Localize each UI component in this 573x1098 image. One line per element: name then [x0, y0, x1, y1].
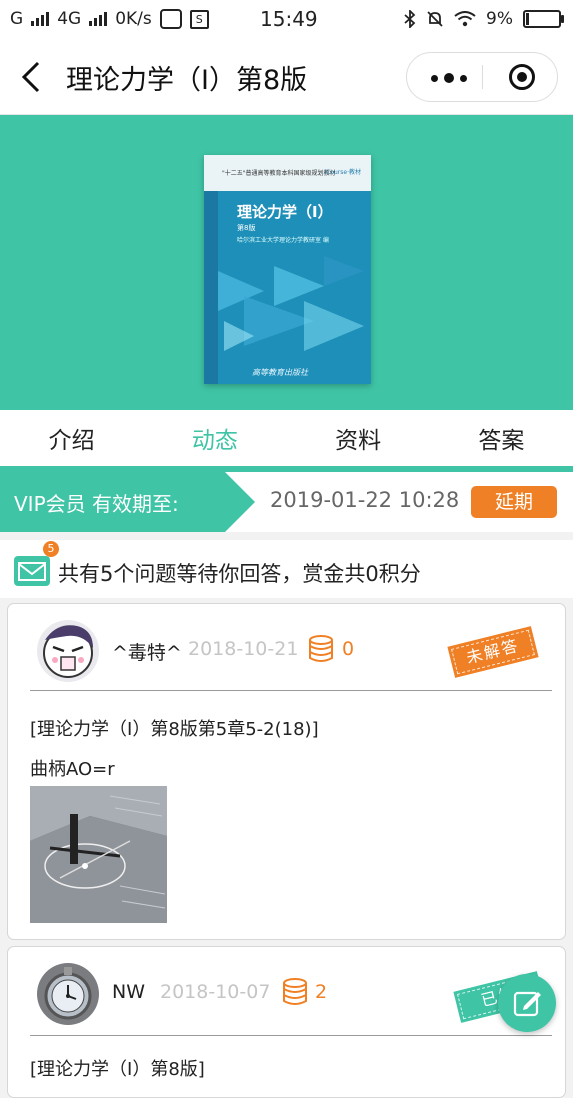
renew-button[interactable]: 延期 — [471, 486, 557, 518]
post-question-title: [理论力学（Ⅰ）第8版第5章5-2(18)] — [30, 719, 319, 740]
alipay-notification-icon: S — [189, 9, 209, 29]
close-miniprogram-icon[interactable] — [509, 64, 535, 90]
status-badge: 未解答 — [447, 626, 539, 678]
post-card[interactable]: NW 2018-10-07 2 已解 [理论力学（Ⅰ）第8版] — [7, 946, 566, 1098]
signal-icon-2 — [89, 12, 108, 26]
compose-button[interactable] — [498, 974, 556, 1032]
battery-percent: 9% — [486, 9, 513, 29]
more-options-icon[interactable] — [431, 73, 467, 83]
vip-expiry-date: 2019-01-22 10:28 — [270, 488, 460, 512]
miniprogram-capsule — [406, 52, 558, 102]
post-photo[interactable] — [30, 786, 167, 923]
app-notification-icon — [159, 9, 182, 29]
capsule-divider — [482, 65, 483, 89]
back-arrow-icon[interactable] — [18, 60, 48, 94]
page-title: 理论力学（Ⅰ）第8版 — [66, 65, 308, 96]
bluetooth-icon — [404, 10, 416, 28]
cover-title: 理论力学（Ⅰ） — [237, 203, 333, 221]
status-time: 15:49 — [260, 7, 318, 31]
cover-series-text: "十二五"普通高等教育本科国家级规划教材 — [222, 170, 336, 177]
tab-bar: 介绍 动态 资料 答案 — [0, 410, 573, 472]
card-divider — [30, 1035, 552, 1036]
book-cover-image: "十二五"普通高等教育本科国家级规划教材 iCourse·教材 理论力学（Ⅰ） … — [204, 155, 371, 384]
tab-activity[interactable]: 动态 — [143, 410, 286, 472]
post-question-title: [理论力学（Ⅰ）第8版] — [30, 1059, 205, 1080]
mail-icon — [14, 556, 50, 586]
status-bar: G 4G 0K/s S 15:49 9% — [0, 0, 573, 40]
post-username: NW — [112, 981, 145, 1003]
avatar[interactable] — [37, 620, 99, 682]
post-card[interactable]: ^毒特^ 2018-10-21 0 未解答 [理论力学（Ⅰ）第8版第5章5-2(… — [7, 603, 566, 940]
coins-icon — [309, 635, 333, 662]
mute-bell-icon — [427, 11, 443, 27]
network-speed: 0K/s — [115, 9, 152, 29]
post-username: ^毒特^ — [112, 642, 182, 664]
post-points: 0 — [342, 638, 355, 660]
status-left: G 4G 0K/s S — [10, 9, 209, 29]
cover-logo-text: iCourse·教材 — [324, 169, 361, 176]
book-banner: "十二五"普通高等教育本科国家级规划教材 iCourse·教材 理论力学（Ⅰ） … — [0, 115, 573, 410]
battery-icon — [523, 10, 564, 28]
post-question-body: 曲柄AO=r — [30, 759, 115, 780]
post-points: 2 — [315, 981, 328, 1003]
post-date: 2018-10-07 — [160, 981, 271, 1003]
wifi-icon — [454, 11, 476, 27]
tab-intro[interactable]: 介绍 — [0, 410, 143, 472]
notice-text: 共有5个问题等待你回答，赏金共0积分 — [58, 562, 421, 586]
coins-icon — [283, 978, 307, 1005]
status-right: 9% — [404, 9, 564, 29]
notice-badge: 5 — [43, 541, 59, 557]
tab-materials[interactable]: 资料 — [287, 410, 430, 472]
cover-header: "十二五"普通高等教育本科国家级规划教材 iCourse·教材 — [204, 155, 371, 191]
cover-author: 哈尔滨工业大学理论力学教研室 编 — [237, 237, 329, 244]
edit-icon — [513, 991, 541, 1017]
vip-label: VIP会员 有效期至: — [14, 492, 179, 516]
vip-bar: VIP会员 有效期至: 2019-01-22 10:28 延期 — [0, 472, 573, 532]
tab-answers[interactable]: 答案 — [430, 410, 573, 472]
post-date: 2018-10-21 — [188, 638, 299, 660]
cover-publisher: 高等教育出版社 — [252, 368, 308, 377]
avatar[interactable] — [37, 963, 99, 1025]
signal-icon — [31, 12, 50, 26]
pending-questions-notice[interactable]: 共有5个问题等待你回答，赏金共0积分 — [0, 540, 573, 598]
cover-edition: 第8版 — [237, 224, 256, 232]
card-divider — [30, 690, 552, 691]
network-label: 4G — [57, 9, 82, 29]
carrier-label: G — [10, 9, 24, 29]
nav-bar: 理论力学（Ⅰ）第8版 — [0, 40, 573, 115]
cover-triangle-pattern — [218, 256, 364, 351]
